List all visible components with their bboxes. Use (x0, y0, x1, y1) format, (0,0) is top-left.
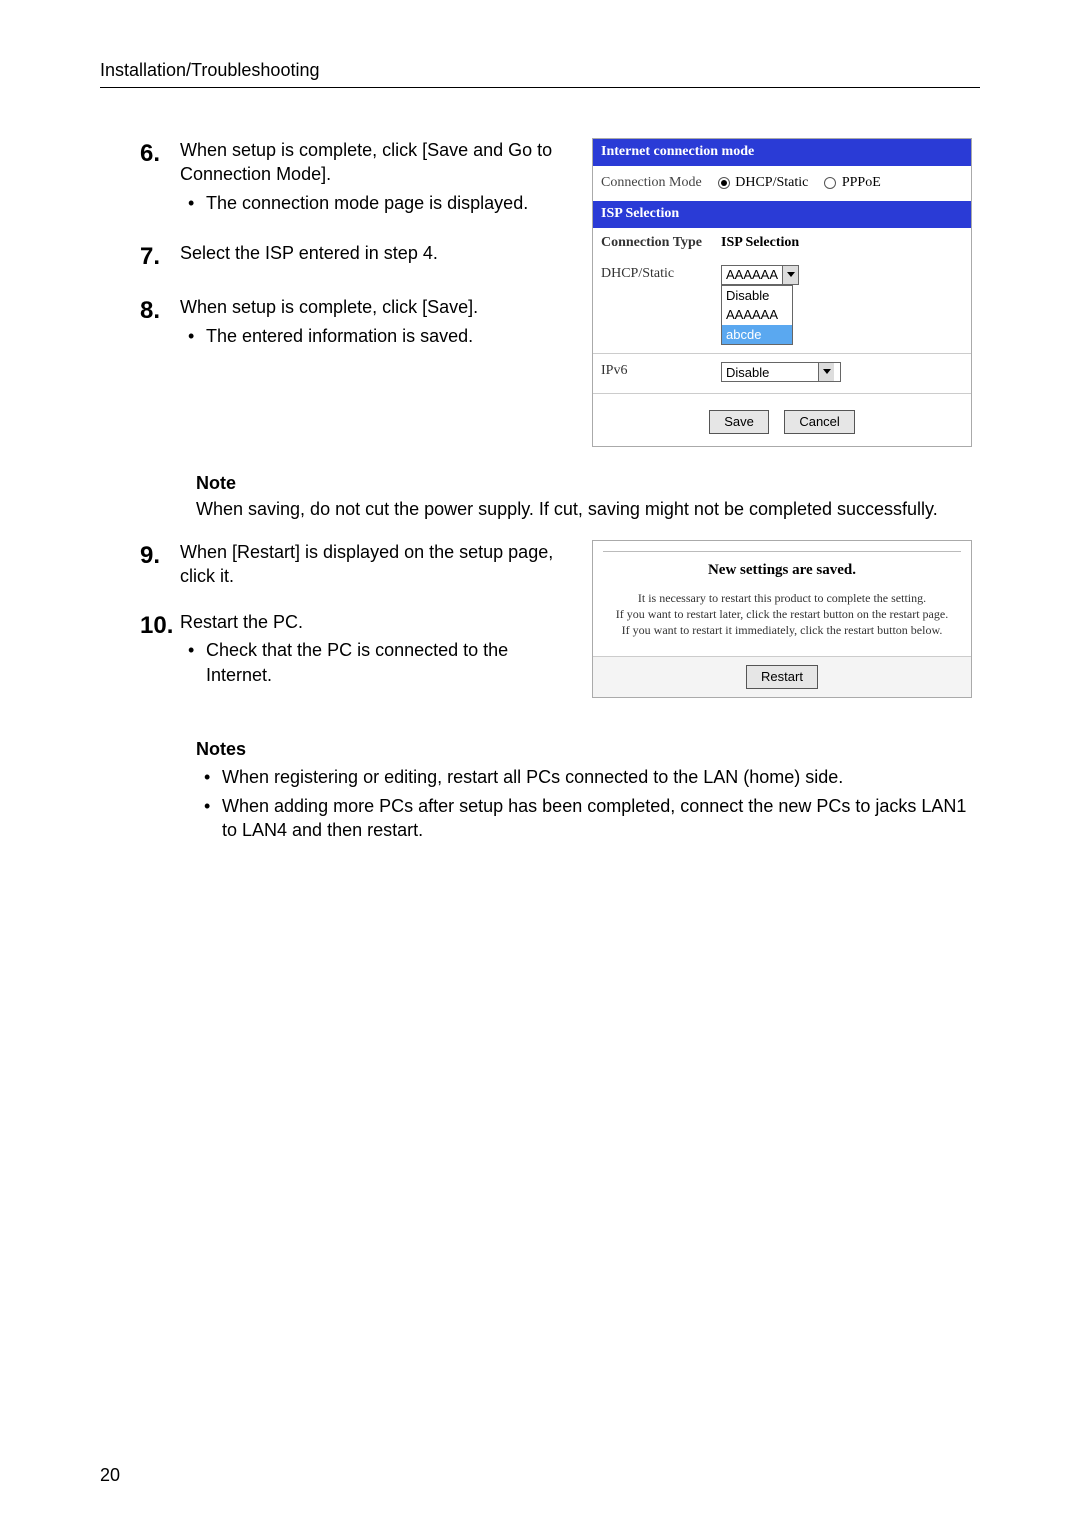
step-8-number: 8. (140, 295, 180, 352)
note1-text: When saving, do not cut the power supply… (196, 497, 980, 521)
panel1-header2: ISP Selection (593, 201, 971, 228)
restart-button[interactable]: Restart (746, 665, 818, 689)
cancel-button[interactable]: Cancel (784, 410, 854, 434)
step-9-number: 9. (140, 540, 180, 589)
row-ipv6-label: IPv6 (601, 362, 721, 381)
notes2-bullet-1: When registering or editing, restart all… (196, 765, 980, 789)
chevron-down-icon (818, 363, 834, 381)
step-7-number: 7. (140, 241, 180, 273)
page-header: Installation/Troubleshooting (100, 60, 319, 80)
row-dhcp-label: DHCP/Static (601, 265, 721, 284)
connection-mode-label: Connection Mode (601, 174, 702, 193)
step-10-text: Restart the PC. (180, 612, 303, 632)
chevron-down-icon (782, 266, 798, 284)
col-connection-type: Connection Type (601, 234, 721, 253)
ipv6-dropdown-value: Disable (722, 364, 818, 382)
page-number: 20 (100, 1465, 120, 1486)
step-10-number: 10. (140, 610, 180, 691)
panel2-line2: If you want to restart later, click the … (616, 607, 948, 621)
step-6-number: 6. (140, 138, 180, 219)
step-6-text: When setup is complete, click [Save and … (180, 140, 552, 184)
radio-dhcp-label: DHCP/Static (735, 175, 808, 190)
connection-mode-panel: Internet connection mode Connection Mode… (592, 138, 972, 447)
option-abcde[interactable]: abcde (722, 325, 792, 345)
radio-dot-icon (824, 177, 836, 189)
note1-title: Note (196, 471, 980, 495)
step-8-text: When setup is complete, click [Save]. (180, 297, 478, 317)
col-isp-selection: ISP Selection (721, 234, 963, 253)
notes2-bullet-2: When adding more PCs after setup has bee… (196, 794, 980, 843)
radio-dot-selected-icon (718, 177, 730, 189)
settings-saved-panel: New settings are saved. It is necessary … (592, 540, 972, 698)
panel2-line1: It is necessary to restart this product … (638, 591, 926, 605)
step-10-bullet: Check that the PC is connected to the In… (180, 638, 570, 687)
panel1-header1: Internet connection mode (593, 139, 971, 166)
step-9-text: When [Restart] is displayed on the setup… (180, 542, 553, 586)
ipv6-dropdown[interactable]: Disable (721, 362, 841, 382)
radio-pppoe[interactable]: PPPoE (824, 174, 880, 193)
radio-dhcp-static[interactable]: DHCP/Static (718, 174, 809, 193)
save-button[interactable]: Save (709, 410, 769, 434)
step-8-bullet: The entered information is saved. (180, 324, 570, 348)
panel2-line3: If you want to restart it immediately, c… (622, 623, 943, 637)
dhcp-dropdown-value: AAAAAA (722, 266, 782, 284)
option-aaaaaa[interactable]: AAAAAA (722, 305, 792, 325)
option-disable[interactable]: Disable (722, 286, 792, 306)
step-6-bullet: The connection mode page is displayed. (180, 191, 570, 215)
dhcp-isp-dropdown[interactable]: AAAAAA (721, 265, 799, 285)
panel2-title: New settings are saved. (603, 560, 961, 580)
notes2-title: Notes (196, 737, 980, 761)
radio-pppoe-label: PPPoE (842, 175, 881, 190)
dhcp-dropdown-options: Disable AAAAAA abcde (721, 285, 793, 346)
step-7-text: Select the ISP entered in step 4. (180, 243, 438, 263)
